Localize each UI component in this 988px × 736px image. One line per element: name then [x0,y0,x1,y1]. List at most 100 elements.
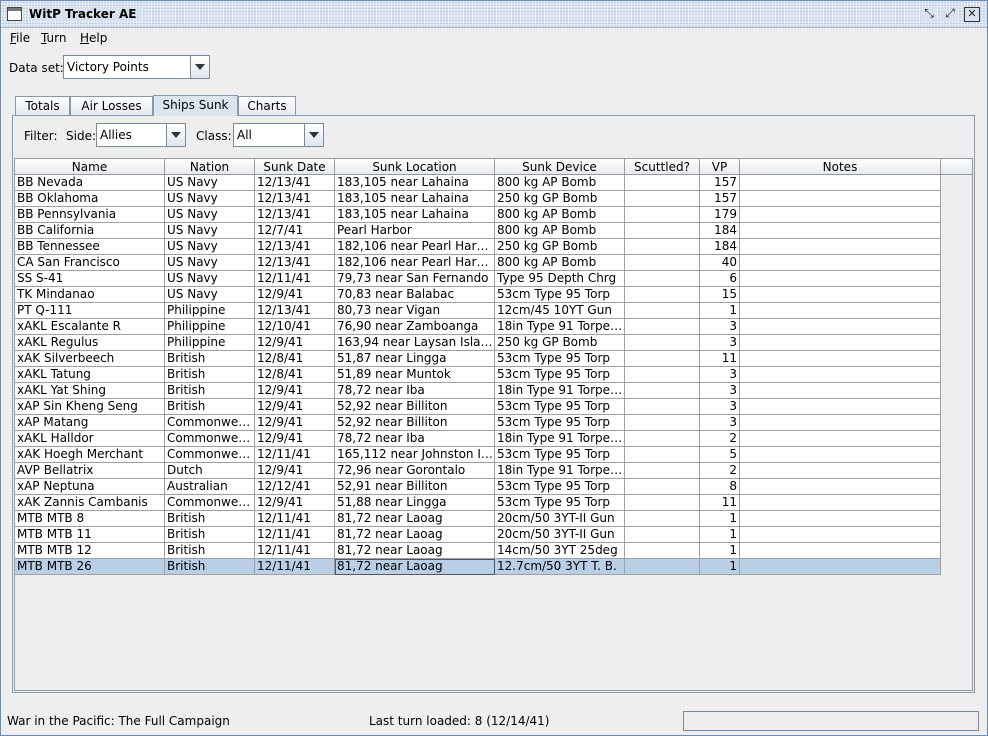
table-cell-notes[interactable] [740,479,941,495]
column-header-sunk-device[interactable]: Sunk Device [495,159,625,175]
table-cell-name[interactable]: MTB MTB 26 [15,559,165,575]
table-cell-sunk-date[interactable]: 12/13/41 [255,191,335,207]
table-cell-vp[interactable]: 157 [700,175,740,191]
table-cell-sunk-location[interactable]: 182,106 near Pearl Harbor [335,239,495,255]
table-cell-notes[interactable] [740,463,941,479]
table-cell-sunk-location[interactable]: 183,105 near Lahaina [335,175,495,191]
table-cell-scuttled[interactable] [625,511,700,527]
table-cell-scuttled[interactable] [625,303,700,319]
table-cell-vp[interactable]: 3 [700,367,740,383]
table-cell-nation[interactable]: Philippine [165,335,255,351]
ships-sunk-table[interactable]: Name Nation Sunk Date Sunk Location Sunk Dev… [14,158,973,691]
table-cell-vp[interactable]: 2 [700,431,740,447]
table-cell-sunk-device[interactable]: 18in Type 91 Torpedo [495,431,625,447]
tab-air-losses[interactable]: Air Losses [70,96,153,116]
table-row[interactable]: TK Mindanao US Navy 12/9/41 70,83 near Bala… [15,287,941,303]
table-row[interactable]: BB Pennsylvania US Navy 12/13/41 183,105 ne… [15,207,941,223]
table-row[interactable]: MTB MTB 26 British 12/11/41 81,72 near Laoa… [15,559,941,575]
table-cell-name[interactable]: BB California [15,223,165,239]
table-cell-name[interactable]: BB Oklahoma [15,191,165,207]
table-cell-sunk-date[interactable]: 12/11/41 [255,543,335,559]
table-row[interactable]: CA San Francisco US Navy 12/13/41 182,106 n… [15,255,941,271]
table-cell-notes[interactable] [740,367,941,383]
dataset-select[interactable]: Victory Points [63,55,210,79]
table-cell-name[interactable]: xAK Zannis Cambanis [15,495,165,511]
table-cell-scuttled[interactable] [625,399,700,415]
table-cell-notes[interactable] [740,543,941,559]
table-cell-nation[interactable]: Australian [165,479,255,495]
table-cell-vp[interactable]: 1 [700,543,740,559]
table-row[interactable]: xAKL Tatung British 12/8/41 51,89 near Munt… [15,367,941,383]
table-cell-scuttled[interactable] [625,367,700,383]
table-cell-nation[interactable]: Commonweal... [165,431,255,447]
table-cell-sunk-date[interactable]: 12/11/41 [255,447,335,463]
table-cell-nation[interactable]: US Navy [165,207,255,223]
table-cell-vp[interactable]: 1 [700,559,740,575]
table-cell-vp[interactable]: 3 [700,335,740,351]
table-row[interactable]: BB Nevada US Navy 12/13/41 183,105 near Lah… [15,175,941,191]
table-cell-sunk-device[interactable]: 800 kg AP Bomb [495,175,625,191]
table-row[interactable]: xAKL Yat Shing British 12/9/41 78,72 near I… [15,383,941,399]
table-cell-sunk-device[interactable]: 250 kg GP Bomb [495,239,625,255]
table-cell-name[interactable]: SS S-41 [15,271,165,287]
table-cell-sunk-date[interactable]: 12/10/41 [255,319,335,335]
table-cell-scuttled[interactable] [625,207,700,223]
table-cell-scuttled[interactable] [625,479,700,495]
table-cell-nation[interactable]: British [165,511,255,527]
table-cell-sunk-location[interactable]: 165,112 near Johnston Isl... [335,447,495,463]
table-row[interactable]: xAKL Regulus Philippine 12/9/41 163,94 near… [15,335,941,351]
table-cell-vp[interactable]: 40 [700,255,740,271]
table-cell-sunk-date[interactable]: 12/11/41 [255,527,335,543]
table-row[interactable]: xAKL Halldor Commonweal... 12/9/41 78,72 ne… [15,431,941,447]
maximize-icon[interactable]: ⤢ [942,7,958,22]
table-cell-sunk-device[interactable]: 53cm Type 95 Torp [495,351,625,367]
table-cell-sunk-location[interactable]: 78,72 near Iba [335,431,495,447]
side-select[interactable]: Allies [96,123,186,147]
table-cell-sunk-location[interactable]: 78,72 near Iba [335,383,495,399]
table-cell-name[interactable]: xAP Neptuna [15,479,165,495]
table-cell-sunk-device[interactable]: 53cm Type 95 Torp [495,287,625,303]
table-cell-sunk-date[interactable]: 12/13/41 [255,303,335,319]
table-cell-sunk-location[interactable]: Pearl Harbor [335,223,495,239]
table-cell-nation[interactable]: US Navy [165,271,255,287]
table-cell-sunk-date[interactable]: 12/9/41 [255,431,335,447]
table-cell-sunk-device[interactable]: 12cm/45 10YT Gun [495,303,625,319]
table-cell-notes[interactable] [740,511,941,527]
table-cell-sunk-device[interactable]: Type 95 Depth Chrg [495,271,625,287]
table-cell-notes[interactable] [740,319,941,335]
table-cell-nation[interactable]: US Navy [165,175,255,191]
table-cell-sunk-location[interactable]: 76,90 near Zamboanga [335,319,495,335]
chevron-down-icon[interactable] [304,124,323,146]
table-cell-sunk-location[interactable]: 183,105 near Lahaina [335,191,495,207]
table-cell-sunk-device[interactable]: 18in Type 91 Torpedo [495,383,625,399]
table-cell-sunk-date[interactable]: 12/9/41 [255,383,335,399]
table-cell-scuttled[interactable] [625,255,700,271]
table-cell-vp[interactable]: 11 [700,351,740,367]
table-cell-notes[interactable] [740,191,941,207]
table-cell-sunk-location[interactable]: 81,72 near Laoag [335,527,495,543]
table-cell-sunk-device[interactable]: 250 kg GP Bomb [495,335,625,351]
table-cell-notes[interactable] [740,335,941,351]
table-cell-scuttled[interactable] [625,223,700,239]
table-cell-sunk-device[interactable]: 18in Type 91 Torpedo [495,319,625,335]
table-cell-vp[interactable]: 11 [700,495,740,511]
table-cell-sunk-device[interactable]: 250 kg GP Bomb [495,191,625,207]
table-cell-vp[interactable]: 184 [700,223,740,239]
table-cell-sunk-location[interactable]: 81,72 near Laoag [335,543,495,559]
table-cell-vp[interactable]: 3 [700,319,740,335]
tab-ships-sunk[interactable]: Ships Sunk [153,95,238,116]
table-cell-name[interactable]: xAKL Escalante R [15,319,165,335]
table-cell-name[interactable]: BB Pennsylvania [15,207,165,223]
table-cell-vp[interactable]: 3 [700,383,740,399]
table-cell-nation[interactable]: British [165,527,255,543]
table-cell-name[interactable]: xAKL Halldor [15,431,165,447]
table-cell-sunk-location[interactable]: 52,91 near Billiton [335,479,495,495]
table-cell-nation[interactable]: US Navy [165,191,255,207]
table-cell-name[interactable]: BB Tennessee [15,239,165,255]
table-row[interactable]: xAP Neptuna Australian 12/12/41 52,91 near … [15,479,941,495]
table-cell-sunk-date[interactable]: 12/13/41 [255,239,335,255]
table-cell-scuttled[interactable] [625,495,700,511]
table-cell-nation[interactable]: British [165,383,255,399]
table-row[interactable]: BB Oklahoma US Navy 12/13/41 183,105 near L… [15,191,941,207]
table-cell-notes[interactable] [740,223,941,239]
